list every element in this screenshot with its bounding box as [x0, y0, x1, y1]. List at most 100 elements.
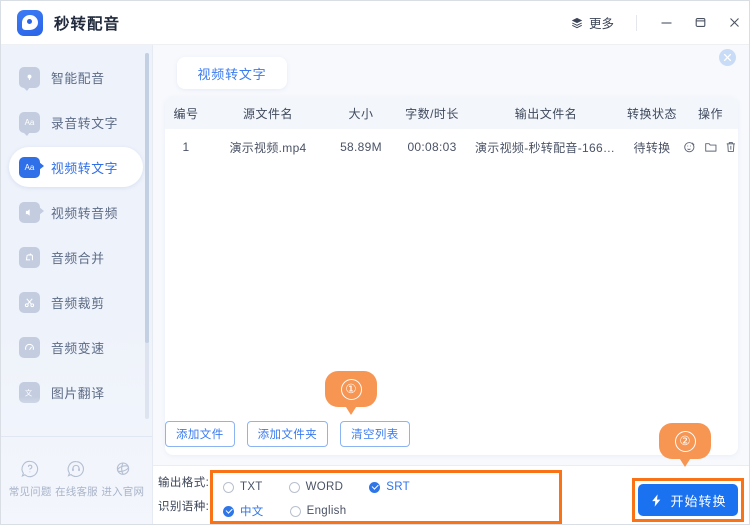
sidebar-item-label: 图片翻译	[51, 385, 105, 401]
file-list-table: 编号 源文件名 大小 字数/时长 输出文件名 转换状态 操作 1 演示视频.mp…	[165, 97, 738, 165]
radio-dot-icon	[223, 481, 234, 493]
minimize-button[interactable]	[649, 1, 683, 45]
sidebar-item-audio-trim[interactable]: 音频裁剪	[9, 282, 143, 322]
question-bubble-icon	[21, 460, 39, 477]
lightning-icon	[652, 493, 661, 507]
titlebar-divider	[636, 14, 637, 31]
cell-size: 58.89M	[340, 140, 382, 154]
add-folder-button[interactable]: 添加文件夹	[246, 421, 329, 447]
minimize-icon	[661, 22, 671, 24]
sidebar-item-label: 视频转音频	[51, 205, 118, 221]
mic-bubble-icon	[19, 66, 40, 91]
table-body: 1 演示视频.mp4 58.89M 00:08:03 演示视频-秒转配音-166…	[165, 129, 738, 165]
radio-label: English	[306, 505, 347, 517]
radio-label: SRT	[386, 481, 410, 493]
sidebar-item-label: 音频裁剪	[51, 295, 105, 311]
footer-item-label: 常见问题	[8, 485, 52, 498]
application-window: 秒转配音 更多 智能配音 Aa 录音转文字 Aa 视频转文字 视频转音频 音频合…	[0, 0, 750, 525]
footer-item-label: 进入官网	[101, 485, 145, 498]
merge-icon	[19, 246, 40, 268]
language-radio-group: 中文 English	[223, 503, 559, 519]
source-name-text: 演示视频.mp4	[229, 140, 307, 155]
sidebar-item-video-to-text[interactable]: Aa 视频转文字	[9, 147, 143, 187]
column-header-source: 源文件名	[207, 97, 329, 129]
add-button-bar: 添加文件 添加文件夹 清空列表	[165, 421, 738, 451]
settings-bar: 输出格式: 识别语种: 输出路径: TXT WORD SRT	[153, 465, 749, 524]
window-controls: 更多	[564, 1, 749, 45]
sidebar-item-image-translate[interactable]: 文 图片翻译	[9, 372, 143, 412]
more-button[interactable]: 更多	[564, 9, 620, 36]
headset-bubble-icon	[68, 460, 85, 477]
edit-circle-icon[interactable]	[683, 140, 697, 154]
column-header-output: 输出文件名	[471, 97, 621, 129]
sidebar-scrollbar-thumb[interactable]	[145, 53, 149, 343]
close-button[interactable]	[717, 1, 749, 45]
footer-item-support[interactable]: 在线客服	[53, 459, 99, 499]
column-header-index: 编号	[165, 97, 207, 129]
sidebar-item-audio-speed[interactable]: 音频变速	[9, 327, 143, 367]
folder-icon[interactable]	[704, 140, 718, 154]
more-label: 更多	[588, 17, 614, 31]
column-header-status: 转换状态	[621, 97, 683, 129]
footer-item-label: 在线客服	[55, 485, 98, 498]
video-audio-icon	[19, 201, 44, 223]
cell-status: 待转换	[633, 140, 671, 155]
radio-check-icon	[223, 505, 234, 517]
sidebar-item-label: 音频合并	[51, 250, 105, 266]
radio-format-txt[interactable]: TXT	[223, 481, 263, 493]
cell-actions	[683, 129, 738, 165]
sidebar: 智能配音 Aa 录音转文字 Aa 视频转文字 视频转音频 音频合并 音频裁剪 音…	[1, 45, 153, 524]
clear-list-button[interactable]: 清空列表	[340, 421, 410, 447]
output-name-text: 演示视频-秒转配音-16620...	[475, 140, 621, 155]
sidebar-item-text-translate[interactable]: 译 文字翻译	[9, 417, 143, 423]
radio-format-word[interactable]: WORD	[288, 481, 344, 493]
radio-language-chinese[interactable]: 中文	[223, 503, 264, 519]
video-aa-icon: Aa	[19, 156, 44, 178]
tab-bar: 视频转文字	[153, 45, 749, 97]
add-file-button[interactable]: 添加文件	[165, 421, 235, 447]
panel-close-button[interactable]	[719, 49, 736, 66]
tab-video-to-text[interactable]: 视频转文字	[177, 57, 287, 89]
cell-duration: 00:08:03	[407, 140, 457, 154]
radio-format-srt[interactable]: SRT	[369, 481, 410, 493]
table-row[interactable]: 1 演示视频.mp4 58.89M 00:08:03 演示视频-秒转配音-166…	[165, 129, 738, 165]
radio-label: 中文	[240, 506, 264, 518]
sidebar-nav-list: 智能配音 Aa 录音转文字 Aa 视频转文字 视频转音频 音频合并 音频裁剪 音…	[1, 45, 152, 423]
sidebar-item-smart-dubbing[interactable]: 智能配音	[9, 57, 143, 97]
cell-index: 1	[182, 140, 190, 154]
radio-language-english[interactable]: English	[289, 505, 347, 517]
app-title: 秒转配音	[54, 15, 121, 33]
footer-item-faq[interactable]: 常见问题	[7, 459, 53, 499]
sidebar-item-audio-merge[interactable]: 音频合并	[9, 237, 143, 277]
close-icon	[723, 53, 732, 62]
radio-dot-icon	[289, 505, 301, 517]
settings-highlight-box: TXT WORD SRT 中文 English	[210, 470, 562, 524]
sidebar-item-label: 视频转文字	[51, 160, 118, 176]
maximize-icon	[695, 18, 705, 27]
app-logo-icon	[17, 9, 43, 36]
main-content: 视频转文字 编号 源文件名 大小 字数/时长 输出文件名 转换状态 操作 1 演…	[153, 45, 749, 524]
radio-check-icon	[369, 481, 381, 493]
trash-icon[interactable]	[724, 140, 738, 154]
file-list-card: 编号 源文件名 大小 字数/时长 输出文件名 转换状态 操作 1 演示视频.mp…	[165, 97, 738, 455]
sidebar-item-audio-to-text[interactable]: Aa 录音转文字	[9, 102, 143, 142]
start-button-highlight: 开始转换	[632, 478, 744, 522]
footer-item-website[interactable]: 进入官网	[100, 459, 146, 499]
scissors-icon	[19, 291, 40, 313]
language-label: 识别语种:	[158, 501, 210, 513]
sidebar-item-label: 录音转文字	[51, 115, 118, 131]
aa-bubble-icon: Aa	[19, 111, 40, 136]
radio-dot-icon	[288, 481, 300, 493]
output-format-label: 输出格式:	[158, 477, 210, 489]
output-format-radio-group: TXT WORD SRT	[223, 479, 559, 495]
sidebar-item-video-to-audio[interactable]: 视频转音频	[9, 192, 143, 232]
maximize-button[interactable]	[683, 1, 717, 45]
svg-text:文: 文	[25, 388, 33, 397]
cell-output-name: 演示视频-秒转配音-16620...	[471, 129, 621, 165]
column-header-duration: 字数/时长	[393, 97, 471, 129]
start-convert-label: 开始转换	[670, 493, 727, 509]
settings-labels: 输出格式: 识别语种: 输出路径:	[158, 475, 210, 524]
start-convert-button[interactable]: 开始转换	[638, 484, 738, 516]
table-header: 编号 源文件名 大小 字数/时长 输出文件名 转换状态 操作	[165, 97, 738, 129]
sidebar-footer: 常见问题 在线客服 进入官网	[1, 436, 152, 524]
